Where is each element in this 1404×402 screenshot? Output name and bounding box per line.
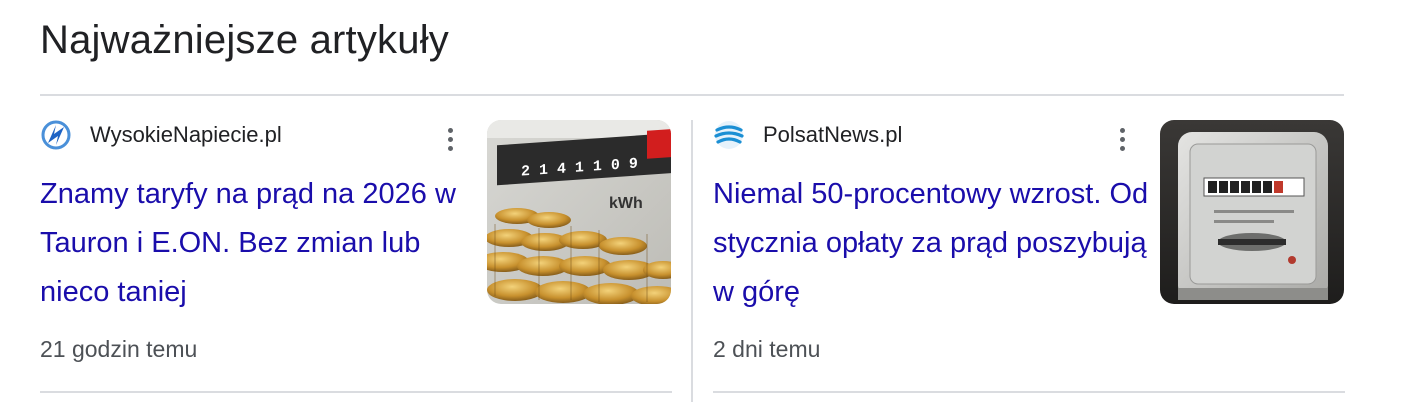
article-timestamp: 2 dni temu xyxy=(713,336,821,362)
article-thumbnail[interactable] xyxy=(1160,120,1344,304)
electricity-meter-image xyxy=(1160,120,1344,304)
more-options-button[interactable] xyxy=(1110,124,1134,154)
article-headline-link[interactable]: Niemal 50-procentowy wzrost. Od stycznia… xyxy=(713,170,1153,317)
dot-icon xyxy=(1119,145,1125,151)
dot-icon xyxy=(447,145,453,151)
article-card[interactable]: WysokieNapiecie.pl Znamy taryfy na prąd … xyxy=(40,96,672,402)
article-card[interactable]: PolsatNews.pl Niemal 50-procentowy wzros… xyxy=(713,96,1345,402)
source-row[interactable]: PolsatNews.pl xyxy=(713,120,902,150)
column-divider xyxy=(691,120,693,402)
card-bottom-divider xyxy=(40,391,672,393)
meter-unit-text: kWh xyxy=(609,195,643,212)
source-row[interactable]: WysokieNapiecie.pl xyxy=(40,120,282,150)
electricity-meter-coins-image: 2 1 4 1 1 0 9 kWh xyxy=(487,120,671,304)
article-headline-link[interactable]: Znamy taryfy na prąd na 2026 w Tauron i … xyxy=(40,170,480,317)
article-timestamp: 21 godzin temu xyxy=(40,336,198,362)
polsatnews-logo-icon xyxy=(714,121,744,149)
section-title: Najważniejsze artykuły xyxy=(40,18,449,62)
wysokienapiecie-logo-icon xyxy=(41,120,71,150)
card-bottom-divider xyxy=(713,391,1345,393)
dot-icon xyxy=(447,127,453,133)
dot-icon xyxy=(1119,136,1125,142)
dot-icon xyxy=(447,136,453,142)
more-options-button[interactable] xyxy=(438,124,462,154)
article-thumbnail[interactable]: 2 1 4 1 1 0 9 kWh xyxy=(487,120,671,304)
dot-icon xyxy=(1119,127,1125,133)
source-name: WysokieNapiecie.pl xyxy=(90,122,282,147)
source-name: PolsatNews.pl xyxy=(763,122,903,147)
